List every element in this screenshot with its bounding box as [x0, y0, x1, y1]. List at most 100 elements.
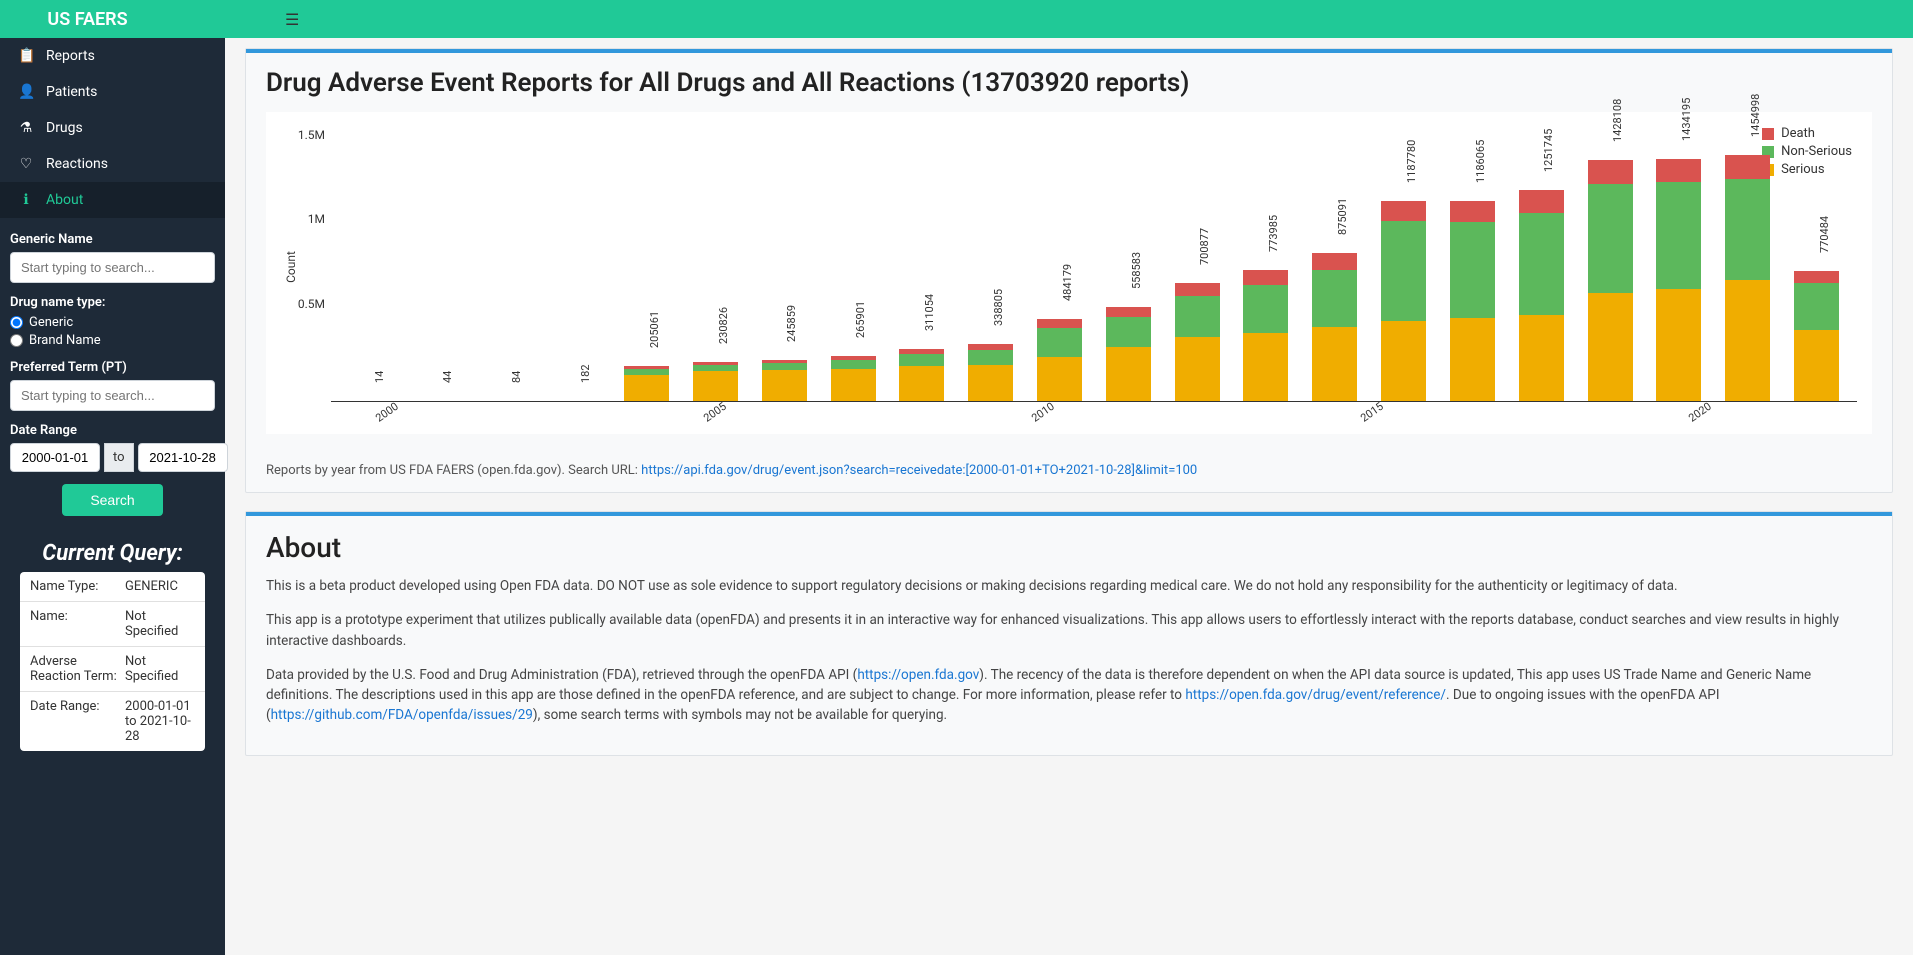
about-p3: Data provided by the U.S. Food and Drug …: [266, 665, 1872, 726]
about-p1: This is a beta product developed using O…: [266, 576, 1872, 596]
bar-2018[interactable]: 1428108: [1580, 160, 1641, 401]
bar-total-label: 245859: [785, 304, 798, 341]
bar-seg-non-serious: [1725, 179, 1770, 279]
bar-2015[interactable]: 1187780: [1373, 201, 1434, 401]
nav-item-reports[interactable]: 📋 Reports: [0, 38, 225, 74]
date-from-input[interactable]: [10, 443, 100, 472]
bar-seg-serious: [1519, 315, 1564, 401]
bar-seg-non-serious: [1588, 184, 1633, 293]
bar-seg-serious: [1588, 293, 1633, 401]
y-tick: 1.5M: [298, 128, 325, 142]
bar-seg-non-serious: [968, 350, 1013, 365]
bar-2021[interactable]: 770484: [1786, 271, 1847, 401]
bar-seg-non-serious: [1519, 213, 1564, 315]
nav-label: Reactions: [46, 156, 108, 172]
bar-2017[interactable]: 1251745: [1511, 190, 1572, 401]
bar-total-label: 1186065: [1474, 140, 1487, 183]
generic-name-input[interactable]: [10, 252, 215, 283]
nav-item-drugs[interactable]: ⚗Drugs: [0, 110, 225, 146]
bar-total-label: 311054: [923, 293, 936, 330]
generic-name-label: Generic Name: [10, 232, 215, 247]
bar-2014[interactable]: 875091: [1304, 253, 1365, 401]
query-value: GENERIC: [125, 579, 195, 594]
about-link-openfda[interactable]: https://open.fda.gov: [857, 667, 979, 683]
nav-label: Reports: [46, 48, 95, 64]
bar-seg-non-serious: [1312, 270, 1357, 327]
about-card: About This is a beta product developed u…: [245, 511, 1893, 756]
about-link-reference[interactable]: https://open.fda.gov/drug/event/referenc…: [1185, 687, 1446, 703]
radio-brand[interactable]: [10, 334, 23, 347]
date-to-input[interactable]: [138, 443, 228, 472]
preferred-term-input[interactable]: [10, 380, 215, 411]
radio-brand-label: Brand Name: [29, 333, 101, 348]
sidebar: 📋Reports👤Patients⚗Drugs♡ReactionsℹAbout …: [0, 38, 225, 955]
bar-seg-death: [1794, 271, 1839, 283]
bar-seg-death: [1588, 160, 1633, 184]
bar-total-label: 1434195: [1680, 98, 1693, 141]
bar-seg-death: [1106, 307, 1151, 318]
bar-total-label: 84: [510, 371, 523, 383]
bar-seg-death: [1037, 319, 1082, 328]
nav-item-patients[interactable]: 👤 Patients: [0, 74, 225, 110]
current-query-heading: Current Query:: [10, 541, 215, 566]
query-key: Name Type:: [30, 579, 125, 594]
about-heading: About: [266, 531, 1872, 564]
query-value: Not Specified: [125, 654, 195, 684]
bar-2011[interactable]: 558583: [1098, 307, 1159, 401]
bar-seg-death: [1519, 190, 1564, 213]
y-axis-title: Count: [284, 251, 298, 283]
bar-seg-non-serious: [1381, 221, 1426, 321]
bar-2012[interactable]: 700877: [1167, 283, 1228, 401]
reports-icon: 📋: [18, 48, 34, 64]
bar-total-label: 1454998: [1749, 94, 1762, 137]
search-button[interactable]: Search: [62, 484, 162, 516]
patients-icon: 👤: [18, 84, 34, 100]
about-p2: This app is a prototype experiment that …: [266, 610, 1872, 651]
about-link-github[interactable]: https://github.com/FDA/openfda/issues/29: [271, 707, 533, 723]
chart-title: Drug Adverse Event Reports for All Drugs…: [266, 68, 1872, 98]
reactions-icon: ♡: [18, 156, 34, 172]
hamburger-icon[interactable]: ☰: [240, 10, 299, 29]
drugs-icon: ⚗: [18, 120, 34, 136]
bar-seg-non-serious: [762, 363, 807, 370]
bar-seg-non-serious: [1243, 285, 1288, 332]
query-key: Adverse Reaction Term:: [30, 654, 125, 684]
bar-2019[interactable]: 1434195: [1648, 159, 1709, 401]
bar-total-label: 558583: [1130, 252, 1143, 289]
bar-total-label: 773985: [1267, 215, 1280, 252]
bar-seg-non-serious: [1106, 317, 1151, 347]
bar-total-label: 182: [579, 364, 592, 383]
bar-seg-serious: [1656, 289, 1701, 401]
bar-total-label: 1428108: [1611, 99, 1624, 142]
nav-item-reactions[interactable]: ♡ Reactions: [0, 146, 225, 182]
bar-seg-death: [1381, 201, 1426, 222]
bar-2016[interactable]: 1186065: [1442, 201, 1503, 401]
bar-seg-non-serious: [831, 360, 876, 369]
bar-seg-death: [1656, 159, 1701, 182]
caption-link[interactable]: https://api.fda.gov/drug/event.json?sear…: [641, 463, 1197, 478]
query-value: Not Specified: [125, 609, 195, 639]
bar-seg-non-serious: [1175, 296, 1220, 337]
chart[interactable]: DeathNon-SeriousSerious Count 0.5M1M1.5M…: [266, 112, 1872, 434]
topbar: US FAERS ☰: [0, 0, 1913, 38]
query-row: Date Range:2000-01-01 to 2021-10-28: [20, 692, 205, 751]
bar-total-label: 484179: [1061, 264, 1074, 301]
radio-generic-label: Generic: [29, 315, 73, 330]
nav-label: About: [46, 192, 83, 208]
bar-total-label: 205061: [648, 311, 661, 348]
radio-generic[interactable]: [10, 316, 23, 329]
nav-item-about[interactable]: ℹAbout: [0, 182, 225, 218]
bar-total-label: 230826: [717, 307, 730, 344]
bar-total-label: 338805: [992, 289, 1005, 326]
chart-caption: Reports by year from US FDA FAERS (open.…: [246, 449, 1892, 492]
bar-seg-death: [1725, 155, 1770, 179]
main-content: Drug Adverse Event Reports for All Drugs…: [225, 38, 1913, 955]
chart-card: Drug Adverse Event Reports for All Drugs…: [245, 48, 1893, 493]
query-row: Adverse Reaction Term:Not Specified: [20, 647, 205, 692]
bar-seg-serious: [1725, 280, 1770, 402]
nav-label: Patients: [46, 84, 97, 100]
bar-2013[interactable]: 773985: [1236, 270, 1297, 401]
bar-total-label: 14: [373, 371, 386, 383]
bar-2020[interactable]: 1454998: [1717, 155, 1778, 401]
query-key: Name:: [30, 609, 125, 639]
